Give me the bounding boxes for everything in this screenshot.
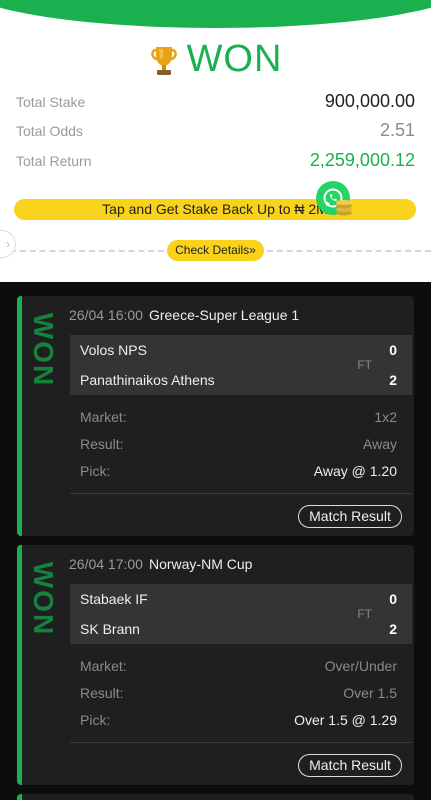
- pick-row: Pick: Over 1.5 @ 1.29: [80, 712, 397, 728]
- home-team: Stabaek IF: [80, 591, 148, 607]
- away-score: 2: [389, 621, 397, 637]
- coins-icon: [333, 196, 355, 216]
- divider: [70, 493, 412, 494]
- result-value: Away: [363, 436, 397, 452]
- match-state: FT: [357, 358, 372, 372]
- total-odds-label: Total Odds: [16, 123, 83, 139]
- league-name: Greece-Super League 1: [148, 307, 300, 323]
- double-chevron-down-icon: »: [249, 243, 256, 257]
- result-label: Result:: [80, 436, 124, 452]
- bet-card-partial: [17, 794, 414, 800]
- chevron-right-icon: ›: [0, 230, 16, 258]
- stake-back-promo-banner[interactable]: Tap and Get Stake Back Up to ₦ 2M: [14, 199, 416, 220]
- home-score: 0: [389, 342, 397, 358]
- total-odds-value: 2.51: [379, 120, 415, 140]
- market-value: Over/Under: [324, 658, 397, 674]
- won-status-bar: [17, 296, 22, 536]
- won-status-bar: [17, 545, 22, 785]
- market-label: Market:: [80, 658, 127, 674]
- trophy-icon: [149, 44, 179, 78]
- pick-row: Pick: Away @ 1.20: [80, 463, 397, 479]
- header-arc: [0, 0, 431, 28]
- match-date: 26/04 16:00: [69, 307, 143, 323]
- match-header: 26/04 17:00 Norway-NM Cup: [69, 556, 252, 572]
- total-stake-label: Total Stake: [16, 94, 86, 110]
- result-value: Over 1.5: [343, 685, 397, 701]
- won-status: WON: [186, 38, 283, 80]
- result-row: Result: Over 1.5: [80, 685, 397, 701]
- result-row: Result: Away: [80, 436, 397, 452]
- result-label: Result:: [80, 685, 124, 701]
- away-score: 2: [389, 372, 397, 388]
- pick-label: Pick:: [80, 712, 111, 728]
- market-label: Market:: [80, 409, 127, 425]
- market-value: 1x2: [374, 409, 397, 425]
- match-header: 26/04 16:00 Greece-Super League 1: [69, 307, 299, 323]
- league-name: Norway-NM Cup: [148, 556, 253, 572]
- pick-value: Away @ 1.20: [313, 463, 397, 479]
- won-stamp: WON: [28, 312, 59, 388]
- won-header: WON: [0, 38, 431, 81]
- divider: [70, 742, 412, 743]
- match-state: FT: [357, 607, 372, 621]
- total-return-value: 2,259,000.12: [309, 150, 415, 170]
- check-details-label: Check Details: [175, 243, 250, 257]
- pick-value: Over 1.5 @ 1.29: [294, 712, 397, 728]
- bet-card: WON 26/04 17:00 Norway-NM Cup Stabaek IF …: [17, 545, 414, 785]
- total-return-label: Total Return: [16, 153, 92, 169]
- ticket-summary: WON Total Stake 900,000.00 Total Odds 2.…: [0, 0, 431, 282]
- market-row: Market: 1x2: [80, 409, 397, 425]
- home-team: Volos NPS: [80, 342, 147, 358]
- match-result-button[interactable]: Match Result: [298, 754, 402, 777]
- total-stake-value: 900,000.00: [324, 91, 415, 111]
- total-odds-row: Total Odds 2.51: [16, 120, 415, 141]
- won-stamp: WON: [28, 561, 59, 637]
- match-date: 26/04 17:00: [69, 556, 143, 572]
- total-return-row: Total Return 2,259,000.12: [16, 150, 415, 171]
- pick-label: Pick:: [80, 463, 111, 479]
- total-stake-row: Total Stake 900,000.00: [16, 91, 415, 112]
- away-team: SK Brann: [80, 621, 140, 637]
- won-status-bar: [17, 794, 22, 800]
- check-details-button[interactable]: Check Details»: [167, 240, 264, 261]
- scoreboard: Stabaek IF SK Brann FT 0 2: [70, 584, 412, 644]
- home-score: 0: [389, 591, 397, 607]
- scoreboard: Volos NPS Panathinaikos Athens FT 0 2: [70, 335, 412, 395]
- away-team: Panathinaikos Athens: [80, 372, 215, 388]
- market-row: Market: Over/Under: [80, 658, 397, 674]
- match-result-button[interactable]: Match Result: [298, 505, 402, 528]
- bet-card: WON 26/04 16:00 Greece-Super League 1 Vol…: [17, 296, 414, 536]
